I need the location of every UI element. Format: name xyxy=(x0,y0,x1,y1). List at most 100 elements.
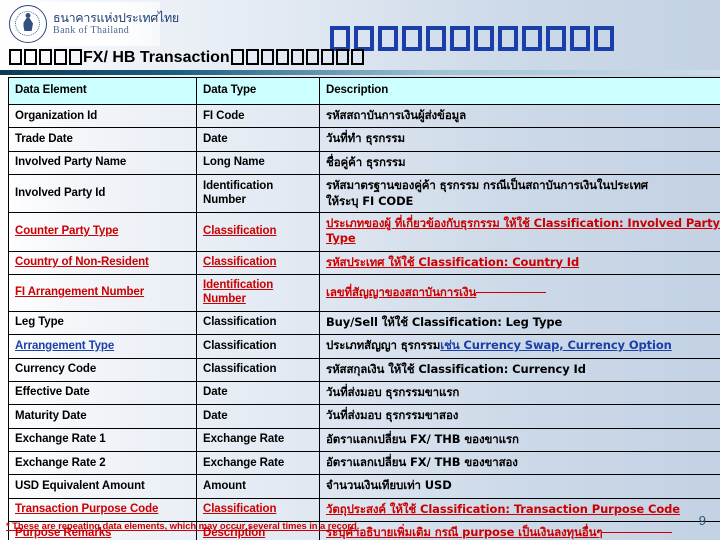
column-header: Data Type xyxy=(196,77,320,105)
cell-description: รหัสสถาบันการเงินผู้ส่งข้อมูล xyxy=(319,103,720,129)
cell-description: Buy/Sell ให้ใช้ Classification: Leg Type xyxy=(319,310,720,336)
logo-thai-name: ธนาคารแห่งประเทศไทย xyxy=(53,9,179,25)
column-header: Data Element xyxy=(8,77,197,105)
missing-glyph-box xyxy=(354,26,374,51)
table-row: FI Arrangement Number Identification Numb… xyxy=(8,274,720,312)
cell-description: รหัสประเทศ ให้ใช้ Classification: Countr… xyxy=(319,250,720,276)
cell-description: วัตถุประสงค์ ให้ใช้ Classification: Tran… xyxy=(319,497,720,523)
cell-data-type: Classification xyxy=(196,310,320,336)
cell-data-element[interactable]: Country of Non-Resident xyxy=(8,250,197,276)
missing-glyph-box xyxy=(245,49,259,65)
description-text: เลขที่สัญญาของสถาบันการเงิน xyxy=(326,284,477,299)
trailing-underline xyxy=(476,291,547,293)
element-link[interactable]: Arrangement Type xyxy=(15,340,114,352)
table-row: Currency Code Classification รหัสสกุลเงิน … xyxy=(8,357,720,382)
table-row: Transaction Purpose Code Classification วั… xyxy=(8,497,720,523)
description-text: ชื่อคู่ค้า ธุรกรรม xyxy=(326,154,406,169)
cell-data-element: USD Equivalent Amount xyxy=(8,474,197,499)
description-text: ประเภทสัญญา ธุรกรรม xyxy=(326,338,441,353)
missing-glyph-box xyxy=(335,49,349,65)
cell-data-type: Long Name xyxy=(196,150,320,176)
missing-glyph-box xyxy=(54,49,67,65)
missing-glyph-box xyxy=(69,49,82,65)
table-row: Involved Party Id Identification Number รห… xyxy=(8,174,720,213)
description-text: วันที่ส่งมอบ ธุรกรรมขาสอง xyxy=(326,408,459,423)
description-text: รหัสประเทศ ให้ใช้ Classification: Countr… xyxy=(326,254,580,269)
page-title-text: FX/ HB Transaction xyxy=(83,49,230,66)
seal-figure-icon xyxy=(22,13,35,34)
description-link[interactable]: เช่น Currency Swap, Currency Option xyxy=(440,338,672,352)
missing-glyph-box xyxy=(230,49,244,65)
cell-description: อัตราแลกเปลี่ยน FX/ THB ของขาแรก xyxy=(319,427,720,453)
title-blue-missing-glyphs xyxy=(328,26,616,51)
cell-data-element[interactable]: Transaction Purpose Code xyxy=(8,497,197,523)
cell-data-type: FI Code xyxy=(196,103,320,129)
logo-english-name: Bank of Thailand xyxy=(53,25,130,37)
cell-data-type: Date xyxy=(196,380,320,406)
description-text: ประเภทของผู้ ที่เกี่ยวข้องกับธุรกรรม ให้… xyxy=(326,215,720,246)
missing-glyph-box xyxy=(474,26,494,51)
cell-data-type: Exchange Rate xyxy=(196,450,320,476)
cell-data-element: Leg Type xyxy=(8,310,197,336)
footnote-text: * These are repeating data elements, whi… xyxy=(6,521,360,532)
cell-description: รหัสมาตรฐานของคู่ค้า ธุรกรรม กรณีเป็นสถา… xyxy=(319,174,720,213)
cell-data-element: Exchange Rate 1 xyxy=(8,427,197,453)
missing-glyph-box xyxy=(426,26,446,51)
missing-glyph-box xyxy=(402,26,422,51)
slide-canvas: ธนาคารแห่งประเทศไทย Bank of Thailand FX/… xyxy=(0,0,720,540)
description-text: อัตราแลกเปลี่ยน FX/ THB ของขาสอง xyxy=(326,455,518,469)
table-row: Counter Party Type Classification ประเภทขอ… xyxy=(8,211,720,252)
missing-glyph-box xyxy=(305,49,319,65)
missing-glyph-box xyxy=(290,49,304,65)
description-text-line2: ให้ระบุ FI CODE xyxy=(326,193,414,208)
column-header: Description xyxy=(319,77,720,105)
title-suffix-glyphs xyxy=(230,49,365,66)
cell-description: ระบุคำอธิบายเพิ่มเติม กรณี purpose เป็นเ… xyxy=(319,521,720,540)
cell-data-type: Identification Number xyxy=(196,174,320,213)
cell-data-element[interactable]: FI Arrangement Number xyxy=(8,274,197,312)
description-text: วันที่ทำ ธุรกรรม xyxy=(326,131,405,146)
cell-description: ชื่อคู่ค้า ธุรกรรม xyxy=(319,150,720,176)
missing-glyph-box xyxy=(378,26,398,51)
cell-description: รหัสสกุลเงิน ให้ใช้ Classification: Curr… xyxy=(319,357,720,382)
cell-data-element: Maturity Date xyxy=(8,404,197,429)
slide-header: ธนาคารแห่งประเทศไทย Bank of Thailand FX/… xyxy=(0,0,720,75)
data-element-table-wrapper: Data Element Data Type Description Organiza… xyxy=(8,77,720,540)
page-number: 9 xyxy=(698,513,706,528)
cell-description: ประเภทสัญญา ธุรกรรมเช่น Currency Swap, C… xyxy=(319,334,720,359)
table-row: Trade Date Date วันที่ทำ ธุรกรรม xyxy=(8,127,720,152)
description-text: รหัสสกุลเงิน ให้ใช้ Classification: Curr… xyxy=(326,361,586,376)
cell-data-element[interactable]: Counter Party Type xyxy=(8,211,197,252)
description-text: Buy/Sell ให้ใช้ Classification: Leg Type xyxy=(326,314,563,329)
missing-glyph-box xyxy=(24,49,37,65)
table-row: Arrangement Type Classification ประเภทสัญญ… xyxy=(8,334,720,359)
cell-data-type: Amount xyxy=(196,474,320,499)
cell-data-type: Date xyxy=(196,404,320,429)
description-text: อัตราแลกเปลี่ยน FX/ THB ของขาแรก xyxy=(326,431,519,446)
table-row: Country of Non-Resident Classification รหั… xyxy=(8,250,720,276)
cell-data-type: Classification xyxy=(196,250,320,276)
cell-data-element[interactable]: Arrangement Type xyxy=(8,334,197,359)
cell-data-element: Exchange Rate 2 xyxy=(8,450,197,476)
cell-data-type: Exchange Rate xyxy=(196,427,320,453)
cell-data-element: Trade Date xyxy=(8,127,197,152)
trailing-underline xyxy=(602,532,673,534)
missing-glyph-box xyxy=(9,49,22,65)
cell-data-type: Classification xyxy=(196,334,320,359)
cell-data-type: Date xyxy=(196,127,320,152)
missing-glyph-box xyxy=(320,49,334,65)
table-row: Exchange Rate 2 Exchange Rate อัตราแลกเปลี… xyxy=(8,450,720,476)
header-divider-bar xyxy=(0,70,720,75)
page-title: FX/ HB Transaction xyxy=(8,49,365,66)
description-text: วันที่ส่งมอบ ธุรกรรมขาแรก xyxy=(326,384,460,399)
logo-text: ธนาคารแห่งประเทศไทย Bank of Thailand xyxy=(53,9,179,37)
description-text: จำนวนเงินเทียบเท่า USD xyxy=(326,478,452,493)
cell-data-type: Classification xyxy=(196,211,320,252)
table-header-row: Data Element Data Type Description xyxy=(8,77,720,105)
table-row: Leg Type Classification Buy/Sell ให้ใช้ Cl… xyxy=(8,310,720,336)
missing-glyph-box xyxy=(260,49,274,65)
cell-data-element: Involved Party Id xyxy=(8,174,197,213)
cell-data-type: Classification xyxy=(196,357,320,382)
description-text: รหัสมาตรฐานของคู่ค้า ธุรกรรม กรณีเป็นสถา… xyxy=(326,178,648,193)
missing-glyph-box xyxy=(275,49,289,65)
